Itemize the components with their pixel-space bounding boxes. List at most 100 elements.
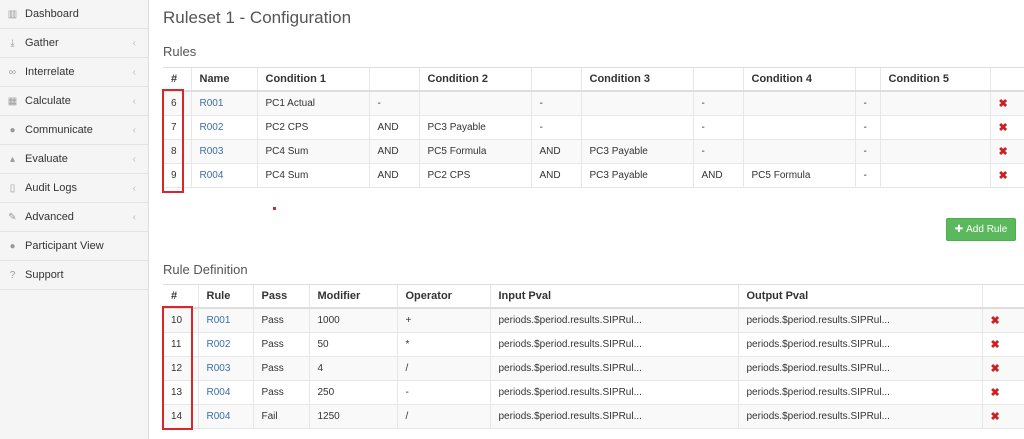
rules-header-row: # Name Condition 1 Condition 2 Condition…: [163, 67, 1024, 92]
sidebar-item-audit-logs[interactable]: ▯ Audit Logs ‹: [0, 174, 148, 203]
delete-icon[interactable]: ✖: [999, 146, 1008, 158]
operator-cell: -: [854, 139, 880, 164]
sidebar-item-dashboard[interactable]: ▥ Dashboard: [0, 0, 148, 29]
table-row: 10 R001 Pass 1000 + periods.$period.resu…: [163, 308, 1024, 333]
column-header: Condition 1: [256, 67, 369, 92]
sidebar-item-advanced[interactable]: ✎ Advanced ‹: [0, 203, 148, 232]
calculator-icon: ▦: [7, 95, 18, 107]
rule-link[interactable]: R002: [207, 339, 231, 350]
operator-cell: -: [396, 380, 490, 405]
output-pval-cell: periods.$period.results.SIPRul...: [737, 332, 982, 357]
rule-link[interactable]: R003: [207, 363, 231, 374]
condition-cell: [879, 91, 990, 116]
user-icon: ●: [9, 240, 16, 252]
add-rule-label: Add Rule: [966, 224, 1008, 235]
input-pval-cell: periods.$period.results.SIPRul...: [489, 380, 738, 405]
highlight-box: [162, 306, 193, 430]
column-header: [989, 67, 1024, 92]
delete-icon[interactable]: ✖: [999, 170, 1008, 182]
sidebar: ▥ Dashboard ⤓ Gather ‹ ∞ Interrelate ‹ ▦…: [0, 0, 149, 439]
column-header: Condition 5: [879, 67, 990, 92]
condition-cell: PC4 Sum: [256, 163, 369, 188]
operator-cell: -: [692, 91, 743, 116]
sidebar-item-participant-view[interactable]: ● Participant View: [0, 232, 148, 261]
column-header: [692, 67, 743, 92]
table-row: 13 R004 Pass 250 - periods.$period.resul…: [163, 380, 1024, 405]
condition-cell: PC2 CPS: [256, 115, 369, 140]
modifier-cell: 250: [308, 380, 397, 405]
sidebar-item-label: Interrelate: [25, 66, 75, 78]
comments-icon: ●: [9, 124, 16, 136]
operator-cell: -: [854, 163, 880, 188]
sidebar-item-interrelate[interactable]: ∞ Interrelate ‹: [0, 58, 148, 87]
condition-cell: [580, 115, 693, 140]
output-pval-cell: periods.$period.results.SIPRul...: [737, 380, 982, 405]
rule-link[interactable]: R004: [207, 411, 231, 422]
pass-cell: Pass: [252, 356, 309, 381]
column-header: Condition 3: [580, 67, 693, 92]
table-row: 8 R003 PC4 Sum AND PC5 Formula AND PC3 P…: [163, 139, 1024, 164]
sidebar-item-label: Advanced: [25, 211, 74, 223]
rule-name-link[interactable]: R001: [200, 98, 224, 109]
question-circle-icon: ?: [9, 269, 16, 281]
column-header: Input Pval: [489, 284, 738, 309]
operator-cell: AND: [368, 115, 419, 140]
table-row: 14 R004 Fail 1250 / periods.$period.resu…: [163, 404, 1024, 429]
sidebar-item-support[interactable]: ? Support: [0, 261, 148, 290]
table-row: 7 R002 PC2 CPS AND PC3 Payable - - - ✖: [163, 115, 1024, 140]
rule-name-link[interactable]: R002: [200, 122, 224, 133]
rules-section-title: Rules: [163, 44, 197, 59]
column-header: #: [163, 284, 198, 309]
delete-icon[interactable]: ✖: [991, 315, 1000, 327]
table-row: 6 R001 PC1 Actual - - - - ✖: [163, 91, 1024, 116]
modifier-cell: 1250: [308, 404, 397, 429]
sidebar-item-label: Calculate: [25, 95, 71, 107]
rule-name-link[interactable]: R004: [200, 170, 224, 181]
sidebar-item-communicate[interactable]: ● Communicate ‹: [0, 116, 148, 145]
delete-icon[interactable]: ✖: [999, 122, 1008, 134]
condition-cell: [742, 139, 855, 164]
main-content: Ruleset 1 - Configuration Rules # Name C…: [149, 0, 1024, 439]
add-rule-button[interactable]: ✚ Add Rule: [946, 218, 1016, 241]
table-row: 12 R003 Pass 4 / periods.$period.results…: [163, 356, 1024, 381]
delete-icon[interactable]: ✖: [991, 339, 1000, 351]
modifier-cell: 1000: [308, 308, 397, 333]
delete-icon[interactable]: ✖: [999, 98, 1008, 110]
condition-cell: [742, 115, 855, 140]
rules-table: # Name Condition 1 Condition 2 Condition…: [163, 67, 1024, 188]
rule-link[interactable]: R001: [207, 315, 231, 326]
condition-cell: [580, 91, 693, 116]
sidebar-item-evaluate[interactable]: ▴ Evaluate ‹: [0, 145, 148, 174]
rule-link[interactable]: R004: [207, 387, 231, 398]
wrench-icon: ✎: [8, 211, 17, 223]
file-icon: ▯: [9, 182, 16, 194]
condition-cell: [879, 115, 990, 140]
sidebar-item-gather[interactable]: ⤓ Gather ‹: [0, 29, 148, 58]
operator-cell: AND: [368, 163, 419, 188]
column-header: Condition 4: [742, 67, 855, 92]
input-pval-cell: periods.$period.results.SIPRul...: [489, 332, 738, 357]
chevron-left-icon: ‹: [132, 124, 136, 136]
rule-name-link[interactable]: R003: [200, 146, 224, 157]
column-header: Rule: [197, 284, 253, 309]
rule-definition-header-row: # Rule Pass Modifier Operator Input Pval…: [163, 284, 1024, 309]
sidebar-item-calculate[interactable]: ▦ Calculate ‹: [0, 87, 148, 116]
input-pval-cell: periods.$period.results.SIPRul...: [489, 404, 738, 429]
sidebar-item-label: Evaluate: [25, 153, 68, 165]
delete-icon[interactable]: ✖: [991, 387, 1000, 399]
condition-cell: PC3 Payable: [580, 139, 693, 164]
column-header: [530, 67, 581, 92]
input-pval-cell: periods.$period.results.SIPRul...: [489, 356, 738, 381]
operator-cell: AND: [368, 139, 419, 164]
column-header: Pass: [252, 284, 309, 309]
condition-cell: PC3 Payable: [580, 163, 693, 188]
modifier-cell: 4: [308, 356, 397, 381]
operator-cell: /: [396, 404, 490, 429]
pass-cell: Pass: [252, 332, 309, 357]
operator-cell: /: [396, 356, 490, 381]
delete-icon[interactable]: ✖: [991, 363, 1000, 375]
delete-icon[interactable]: ✖: [991, 411, 1000, 423]
operator-cell: -: [692, 139, 743, 164]
sidebar-item-label: Participant View: [25, 240, 104, 252]
output-pval-cell: periods.$period.results.SIPRul...: [737, 356, 982, 381]
